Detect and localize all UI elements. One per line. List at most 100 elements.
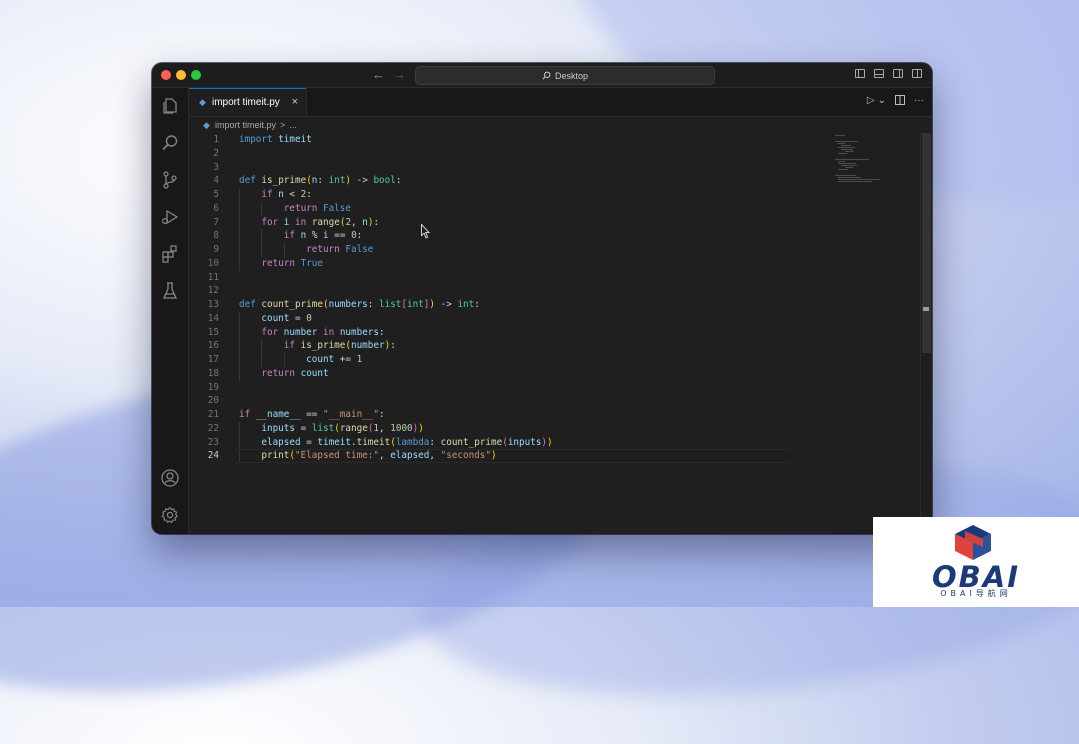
close-tab-icon[interactable]: × xyxy=(292,96,298,108)
code-line[interactable]: 9 return False xyxy=(189,243,789,257)
code-text[interactable]: inputs = list(range(1, 1000)) xyxy=(239,422,423,436)
minimap-line xyxy=(838,179,880,180)
code-line[interactable]: 24 print("Elapsed time:", elapsed, "seco… xyxy=(189,449,789,463)
code-text[interactable]: if n % i == 0: xyxy=(239,229,363,243)
minimap-line xyxy=(835,159,870,160)
code-line[interactable]: 5 if n < 2: xyxy=(189,188,789,202)
code-text[interactable]: def is_prime(n: int) -> bool: xyxy=(239,174,401,188)
code-line[interactable]: 23 elapsed = timeit.timeit(lambda: count… xyxy=(189,435,789,450)
editor-tab-bar: ◆ import timeit.py × ▷ ⌄ ··· xyxy=(189,88,932,117)
line-number: 20 xyxy=(207,395,219,407)
toggle-secondary-sidebar-icon[interactable] xyxy=(893,69,903,78)
code-text[interactable]: elapsed = timeit.timeit(lambda: count_pr… xyxy=(239,436,552,450)
minimap-line xyxy=(838,181,872,182)
code-line[interactable]: 1 import timeit xyxy=(189,133,789,147)
command-center-search[interactable]: Desktop xyxy=(415,66,715,85)
run-menu-chevron-icon[interactable]: ⌄ xyxy=(878,95,886,107)
customize-layout-icon[interactable] xyxy=(912,69,922,78)
code-text[interactable]: return count xyxy=(239,367,328,381)
code-editor[interactable]: 1 import timeit 2 3 4 def is_prime(n: int) ->… xyxy=(189,133,932,534)
explorer-icon[interactable] xyxy=(160,96,180,116)
activity-bar xyxy=(152,88,189,534)
code-text[interactable]: if __name__ == "__main__": xyxy=(239,408,385,422)
code-text[interactable]: count = 0 xyxy=(239,312,311,326)
run-python-file-icon[interactable]: ▷ xyxy=(867,95,875,107)
code-line[interactable]: 12 xyxy=(189,284,789,298)
code-line[interactable]: 13 def count_prime(numbers: list[int]) ->… xyxy=(189,298,789,312)
code-line[interactable]: 15 for number in numbers: xyxy=(189,325,789,340)
python-file-icon: ◆ xyxy=(203,119,210,130)
code-line[interactable]: 8 if n % i == 0: xyxy=(189,229,789,243)
line-number: 12 xyxy=(207,285,219,297)
code-text[interactable]: return True xyxy=(239,257,323,271)
toggle-panel-icon[interactable] xyxy=(874,69,884,78)
code-line[interactable]: 10 return True xyxy=(189,256,789,271)
code-text[interactable]: return False xyxy=(239,202,351,216)
indent-guide xyxy=(239,449,240,463)
toggle-primary-sidebar-icon[interactable] xyxy=(855,69,865,78)
accounts-icon[interactable] xyxy=(160,468,180,488)
code-line[interactable]: 11 xyxy=(189,271,789,285)
testing-icon[interactable] xyxy=(160,281,180,301)
mouse-pointer-icon xyxy=(421,224,430,239)
vertical-scrollbar[interactable] xyxy=(920,133,932,534)
code-line[interactable]: 4 def is_prime(n: int) -> bool: xyxy=(189,174,789,188)
minimap[interactable] xyxy=(835,135,885,195)
minimap-line xyxy=(838,177,862,178)
code-text[interactable]: def count_prime(numbers: list[int]) -> i… xyxy=(239,298,480,312)
line-number: 1 xyxy=(213,134,219,145)
line-number: 22 xyxy=(207,422,219,434)
extensions-icon[interactable] xyxy=(160,244,180,264)
line-number: 24 xyxy=(207,450,219,462)
source-control-icon[interactable] xyxy=(160,170,180,190)
line-number: 14 xyxy=(207,312,219,324)
manage-gear-icon[interactable] xyxy=(160,505,180,525)
code-line[interactable]: 3 xyxy=(189,161,789,175)
line-number: 4 xyxy=(213,175,219,187)
title-bar: ← → Desktop xyxy=(152,63,932,88)
code-text[interactable]: count += 1 xyxy=(239,353,362,367)
code-line[interactable]: 20 xyxy=(189,394,789,408)
minimap-line xyxy=(844,167,853,168)
breadcrumb-file[interactable]: import timeit.py xyxy=(215,120,276,130)
code-line[interactable]: 22 inputs = list(range(1, 1000)) xyxy=(189,421,789,436)
code-text[interactable]: import timeit xyxy=(239,133,312,147)
minimize-window-button[interactable] xyxy=(176,70,186,80)
scrollbar-thumb[interactable] xyxy=(922,133,931,353)
code-line[interactable]: 7 for i in range(2, n): xyxy=(189,215,789,230)
minimap-line xyxy=(838,147,855,148)
minimap-line xyxy=(838,169,848,170)
code-line[interactable]: 19 xyxy=(189,381,789,395)
code-text[interactable]: print("Elapsed time:", elapsed, "seconds… xyxy=(239,449,496,463)
code-line[interactable]: 17 count += 1 xyxy=(189,353,789,367)
breadcrumb-separator: > xyxy=(280,120,286,130)
search-icon xyxy=(542,71,551,80)
code-text[interactable]: for i in range(2, n): xyxy=(239,216,379,230)
code-text[interactable]: if n < 2: xyxy=(239,188,311,202)
code-text[interactable]: return False xyxy=(239,243,373,257)
close-window-button[interactable] xyxy=(161,70,171,80)
watermark-subtitle: OBAI导航网 xyxy=(940,589,1012,598)
minimap-line xyxy=(841,165,858,166)
command-center-label: Desktop xyxy=(554,70,589,81)
python-file-icon: ◆ xyxy=(199,96,206,107)
arrow-left-icon[interactable]: ← xyxy=(372,67,385,83)
code-line[interactable]: 21 if __name__ == "__main__": xyxy=(189,408,789,422)
code-text[interactable]: if is_prime(number): xyxy=(239,339,396,353)
breadcrumb-symbol[interactable]: ... xyxy=(289,120,297,130)
split-editor-icon[interactable] xyxy=(895,95,905,105)
search-icon[interactable] xyxy=(160,133,180,153)
editor-actions: ▷ ⌄ ··· xyxy=(867,95,924,107)
arrow-right-icon[interactable]: → xyxy=(393,67,406,83)
code-lines[interactable]: 1 import timeit 2 3 4 def is_prime(n: int) ->… xyxy=(189,133,789,463)
zoom-window-button[interactable] xyxy=(191,70,201,80)
code-text[interactable]: for number in numbers: xyxy=(239,326,384,340)
more-actions-icon[interactable]: ··· xyxy=(914,95,924,107)
run-and-debug-icon[interactable] xyxy=(160,207,180,227)
tab-import-timeit-py[interactable]: ◆ import timeit.py × xyxy=(189,88,307,116)
code-line[interactable]: 14 count = 0 xyxy=(189,311,789,326)
code-line[interactable]: 2 xyxy=(189,147,789,161)
code-line[interactable]: 16 if is_prime(number): xyxy=(189,339,789,353)
code-line[interactable]: 6 return False xyxy=(189,201,789,216)
code-line[interactable]: 18 return count xyxy=(189,366,789,381)
